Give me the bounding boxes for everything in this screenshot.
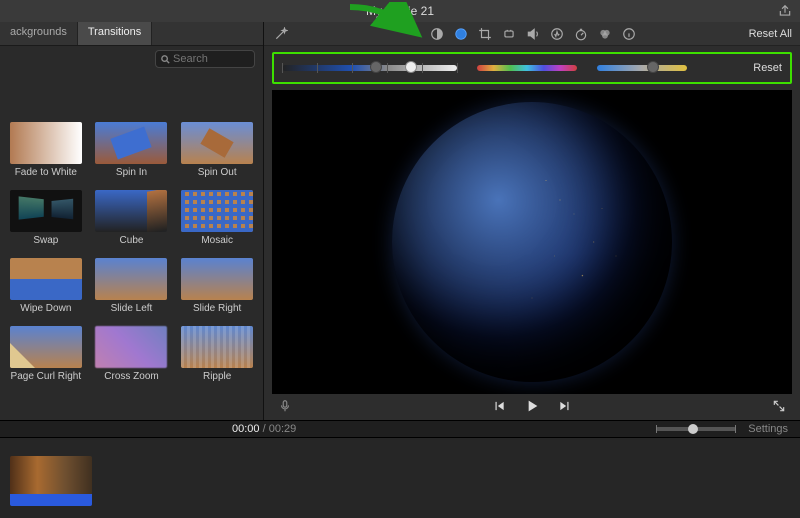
share-icon[interactable] — [778, 4, 792, 21]
info-icon[interactable] — [622, 27, 636, 41]
transition-item[interactable]: Wipe Down — [6, 258, 86, 314]
settings-button[interactable]: Settings — [748, 423, 788, 435]
transition-item[interactable]: Slide Left — [92, 258, 172, 314]
transition-label: Spin In — [116, 167, 147, 178]
transition-item[interactable]: Cube — [92, 190, 172, 246]
transition-thumbnail — [95, 190, 167, 232]
reset-all-button[interactable]: Reset All — [749, 28, 792, 40]
transition-thumbnail — [95, 122, 167, 164]
fullscreen-icon[interactable] — [772, 399, 786, 416]
transport-controls — [272, 394, 792, 420]
timecode-total: 00:29 — [269, 423, 297, 435]
transition-thumbnail — [181, 122, 253, 164]
transition-label: Fade to White — [15, 167, 77, 178]
viewer-panel: Reset All Reset — [264, 22, 800, 420]
transition-label: Swap — [33, 235, 58, 246]
transition-thumbnail — [181, 258, 253, 300]
noise-reduction-icon[interactable] — [550, 27, 564, 41]
browser-tabs: ackgrounds Transitions — [0, 22, 263, 46]
timecode: 00:00 / 00:29 — [232, 423, 296, 435]
saturation-slider[interactable] — [477, 65, 577, 71]
color-balance-icon[interactable] — [430, 27, 444, 41]
color-correction-icon[interactable] — [454, 27, 468, 41]
speed-icon[interactable] — [574, 27, 588, 41]
crop-icon[interactable] — [478, 27, 492, 41]
transition-item[interactable]: Ripple — [177, 326, 257, 382]
transition-item[interactable]: Fade to White — [6, 122, 86, 178]
transition-label: Slide Left — [111, 303, 153, 314]
transition-item[interactable]: Mosaic — [177, 190, 257, 246]
transition-label: Cross Zoom — [104, 371, 158, 382]
transition-label: Mosaic — [201, 235, 233, 246]
volume-icon[interactable] — [526, 27, 540, 41]
temperature-slider[interactable] — [597, 65, 687, 71]
transition-label: Ripple — [203, 371, 231, 382]
timeline[interactable] — [0, 438, 800, 518]
exposure-high-knob[interactable] — [405, 61, 417, 73]
search-icon — [160, 54, 171, 65]
transition-thumbnail — [10, 122, 82, 164]
transition-label: Page Curl Right — [11, 371, 82, 382]
prev-button[interactable] — [492, 399, 506, 416]
project-title: My Movie 21 — [366, 4, 434, 18]
transition-grid: Fade to White Spin In Spin Out Swap Cube Mosa… — [6, 122, 257, 382]
transition-thumbnail — [181, 190, 253, 232]
tab-transitions[interactable]: Transitions — [78, 22, 152, 45]
transition-label: Spin Out — [198, 167, 237, 178]
video-filter-icon[interactable] — [598, 27, 612, 41]
transition-item[interactable]: Cross Zoom — [92, 326, 172, 382]
transition-thumbnail — [10, 258, 82, 300]
timeline-clip[interactable] — [10, 456, 92, 506]
next-button[interactable] — [558, 399, 572, 416]
tab-backgrounds[interactable]: ackgrounds — [0, 22, 78, 45]
transition-thumbnail — [181, 326, 253, 368]
stabilize-icon[interactable] — [502, 27, 516, 41]
search-input[interactable] — [155, 50, 255, 68]
timeline-header: 00:00 / 00:29 Settings — [0, 420, 800, 438]
transition-item[interactable]: Spin In — [92, 122, 172, 178]
transition-item[interactable]: Page Curl Right — [6, 326, 86, 382]
zoom-slider[interactable] — [656, 427, 736, 431]
transition-label: Cube — [120, 235, 144, 246]
transition-item[interactable]: Swap — [6, 190, 86, 246]
temperature-knob[interactable] — [647, 61, 659, 73]
transition-label: Wipe Down — [20, 303, 71, 314]
preview-viewer[interactable] — [272, 90, 792, 394]
voiceover-icon[interactable] — [278, 399, 292, 416]
clip-audio-track — [10, 494, 92, 506]
play-button[interactable] — [524, 398, 540, 417]
exposure-mid-knob[interactable] — [370, 61, 382, 73]
reset-button[interactable]: Reset — [753, 62, 782, 74]
transition-label: Slide Right — [193, 303, 241, 314]
transition-thumbnail — [95, 326, 167, 368]
transition-thumbnail — [10, 190, 82, 232]
preview-content — [392, 102, 672, 382]
transition-thumbnail — [10, 326, 82, 368]
magic-wand-icon[interactable] — [272, 27, 290, 41]
transition-thumbnail — [95, 258, 167, 300]
timecode-current: 00:00 — [232, 423, 260, 435]
clip-thumbnail — [10, 456, 92, 494]
adjustment-toolbar: Reset All — [264, 22, 800, 46]
search-field[interactable] — [171, 52, 241, 66]
exposure-slider[interactable] — [282, 65, 457, 71]
color-correction-panel: Reset — [272, 52, 792, 84]
media-browser-panel: ackgrounds Transitions Fade to White Spin… — [0, 22, 264, 420]
titlebar: My Movie 21 — [0, 0, 800, 22]
transition-item[interactable]: Slide Right — [177, 258, 257, 314]
transition-item[interactable]: Spin Out — [177, 122, 257, 178]
